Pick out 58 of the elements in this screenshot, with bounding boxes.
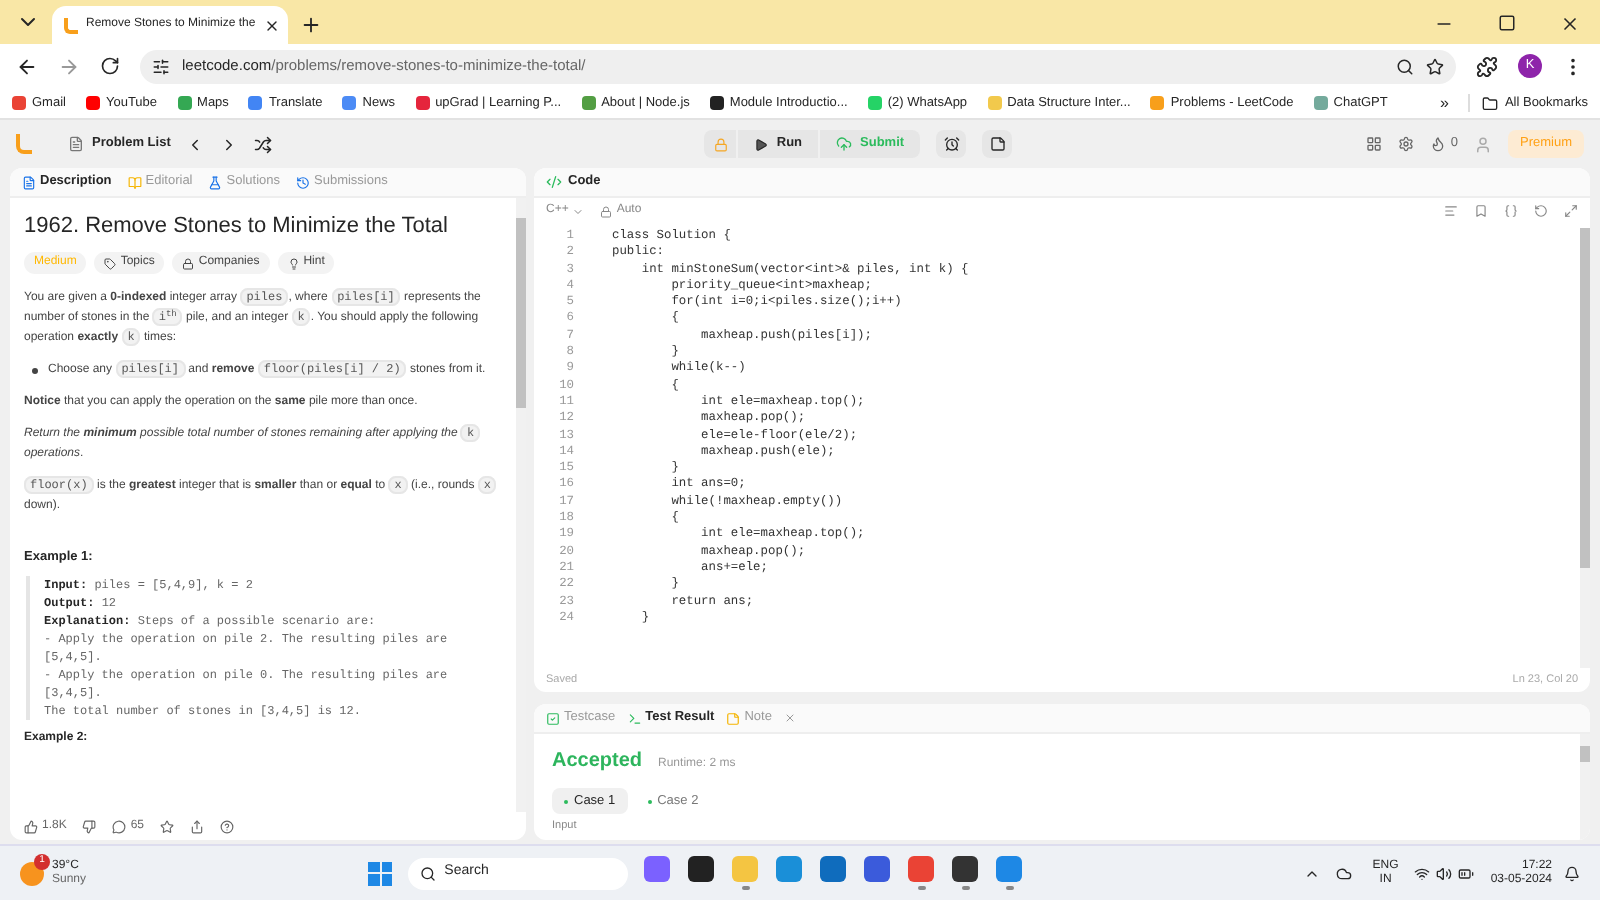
close-icon[interactable] xyxy=(263,17,280,33)
sun-icon xyxy=(20,861,44,885)
battery-icon[interactable] xyxy=(1458,865,1475,881)
flask-icon xyxy=(208,175,223,189)
new-tab-icon[interactable] xyxy=(300,14,322,36)
start-icon[interactable] xyxy=(368,861,393,885)
dislike-icon[interactable] xyxy=(82,819,97,833)
site-settings-icon xyxy=(152,57,170,75)
terminal-icon xyxy=(627,711,642,725)
note-icon xyxy=(726,711,741,725)
back-icon[interactable] xyxy=(16,55,38,77)
speech-bubble-icon xyxy=(112,819,127,833)
timer-button[interactable] xyxy=(936,130,967,158)
reload-icon[interactable] xyxy=(100,56,120,76)
notifications-icon[interactable] xyxy=(1564,865,1581,881)
bookmark-icon[interactable] xyxy=(1474,204,1488,218)
maximize-icon[interactable] xyxy=(1498,14,1516,32)
lock-icon xyxy=(600,205,613,217)
lock-icon xyxy=(182,257,195,269)
help-icon[interactable] xyxy=(220,819,235,833)
lightbulb-icon xyxy=(287,257,300,269)
favorite-icon[interactable] xyxy=(160,819,175,833)
shuffle-icon[interactable] xyxy=(254,135,273,153)
tag-icon xyxy=(104,257,117,269)
search-icon xyxy=(420,865,437,881)
document-icon xyxy=(22,175,36,189)
close-icon[interactable] xyxy=(1560,14,1580,34)
list-icon xyxy=(68,136,84,152)
verdict-text: Accepted xyxy=(552,748,643,776)
code-icon xyxy=(546,174,562,190)
cloud-upload-icon xyxy=(836,136,853,152)
share-icon[interactable] xyxy=(190,819,205,833)
alarm-clock-icon xyxy=(943,136,960,152)
reset-icon[interactable] xyxy=(1534,204,1548,218)
thumbs-up-icon xyxy=(24,819,38,833)
history-icon xyxy=(296,175,310,189)
app-icon[interactable] xyxy=(952,856,979,890)
note-icon xyxy=(989,136,1006,152)
layout-icon[interactable] xyxy=(1366,136,1383,152)
volume-icon[interactable] xyxy=(1436,865,1453,881)
problem-title: 1962. Remove Stones to Minimize the Total xyxy=(24,212,450,242)
expand-icon[interactable] xyxy=(1564,204,1578,218)
chevron-down-icon xyxy=(572,205,585,217)
checkbox-icon xyxy=(546,711,560,725)
book-icon xyxy=(127,175,142,189)
settings-icon[interactable] xyxy=(1398,136,1415,152)
zoom-icon xyxy=(1396,57,1414,75)
play-icon xyxy=(754,137,769,151)
folder-icon xyxy=(1482,95,1499,111)
forward-icon[interactable] xyxy=(58,55,80,77)
more-bookmarks-button[interactable]: » xyxy=(1440,91,1449,115)
lock-icon xyxy=(713,137,728,151)
wifi-icon[interactable] xyxy=(1414,865,1431,881)
extensions-icon[interactable] xyxy=(1476,55,1498,77)
leetcode-logo-icon xyxy=(64,17,78,33)
bookmark-star-icon[interactable] xyxy=(1426,57,1444,75)
cloud-icon[interactable] xyxy=(1336,865,1353,881)
notes-button[interactable] xyxy=(982,130,1013,158)
